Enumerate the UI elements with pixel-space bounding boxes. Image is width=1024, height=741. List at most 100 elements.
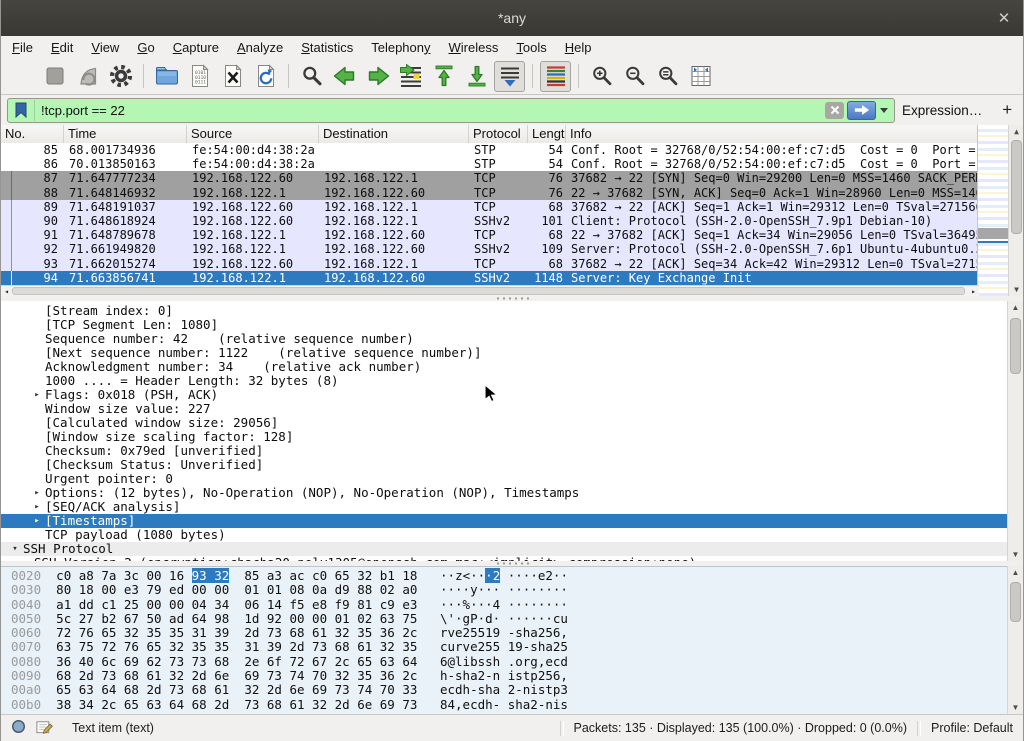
hex-line[interactable]: 00b0 38 34 2c 65 63 64 68 2d 73 68 61 32…: [11, 698, 1024, 712]
column-header-time[interactable]: Time: [64, 125, 187, 143]
title-bar[interactable]: *any ✕: [1, 0, 1023, 36]
detail-line[interactable]: ▸[SEQ/ACK analysis]: [1, 500, 1024, 514]
detail-line[interactable]: TCP payload (1080 bytes): [1, 528, 1024, 542]
detail-line[interactable]: 1000 .... = Header Length: 32 bytes (8): [1, 374, 1024, 388]
zoom-out-button[interactable]: [619, 61, 650, 92]
detail-line[interactable]: [Next sequence number: 1122 (relative se…: [1, 346, 1024, 360]
column-header-no[interactable]: No.: [1, 125, 64, 143]
hex-line[interactable]: 0080 36 40 6c 69 62 73 73 68 2e 6f 72 67…: [11, 655, 1024, 669]
expander-icon[interactable]: ▸: [31, 486, 43, 500]
scroll-up-icon[interactable]: ▲: [1008, 301, 1023, 314]
column-header-source[interactable]: Source: [187, 125, 319, 143]
packet-row-89[interactable]: 8971.648191037192.168.122.60192.168.122.…: [1, 200, 979, 214]
hex-line[interactable]: 0040 a1 dd c1 25 00 00 04 34 06 14 f5 e8…: [11, 598, 1024, 612]
menu-view[interactable]: View: [82, 38, 128, 57]
detail-line[interactable]: Urgent pointer: 0: [1, 472, 1024, 486]
colorize-packets-button[interactable]: [540, 61, 571, 92]
reload-file-button[interactable]: [250, 61, 281, 92]
packet-row-91[interactable]: 9171.648789678192.168.122.1192.168.122.6…: [1, 228, 979, 242]
packet-row-87[interactable]: 8771.647777234192.168.122.60192.168.122.…: [1, 171, 979, 185]
column-header-length[interactable]: Length: [528, 125, 566, 143]
expander-icon[interactable]: ▸: [31, 500, 43, 514]
capture-options-button[interactable]: [105, 61, 136, 92]
save-file-button[interactable]: 010101100111: [184, 61, 215, 92]
packet-row-86[interactable]: 8670.013850163fe:54:00:d4:38:2aSTP54Conf…: [1, 157, 979, 171]
scroll-down-icon[interactable]: ▼: [1008, 701, 1023, 714]
packet-list-minimap-scrollbar[interactable]: [977, 125, 1008, 296]
scroll-right-icon[interactable]: ▸: [968, 286, 979, 296]
hex-line[interactable]: 0020 c0 a8 7a 3c 00 16 93 32 85 a3 ac c0…: [11, 569, 1024, 583]
expression-button[interactable]: Expression…: [902, 103, 982, 118]
go-to-last-button[interactable]: [461, 61, 492, 92]
detail-line[interactable]: [Calculated window size: 29056]: [1, 416, 1024, 430]
details-vscrollbar[interactable]: ▲ ▼: [1007, 301, 1023, 561]
menu-go[interactable]: Go: [128, 38, 163, 57]
column-header-protocol[interactable]: Protocol: [469, 125, 528, 143]
hex-line[interactable]: 00a0 65 63 64 68 2d 73 68 61 32 2d 6e 69…: [11, 683, 1024, 697]
stop-capture-button[interactable]: [39, 61, 70, 92]
hex-line[interactable]: 0090 68 2d 73 68 61 32 2d 6e 69 73 74 70…: [11, 669, 1024, 683]
packet-row-92[interactable]: 9271.661949820192.168.122.1192.168.122.6…: [1, 242, 979, 256]
expander-icon[interactable]: ▸: [31, 388, 43, 402]
detail-line[interactable]: Window size value: 227: [1, 402, 1024, 416]
detail-line[interactable]: ▸[Timestamps]: [1, 514, 1024, 528]
filter-dropdown-icon[interactable]: [880, 108, 888, 113]
hex-line[interactable]: 0030 80 18 00 e3 79 ed 00 00 01 01 08 0a…: [11, 583, 1024, 597]
packet-list-vscrollbar[interactable]: ▲ ▼: [1008, 125, 1024, 296]
find-packet-button[interactable]: [296, 61, 327, 92]
packet-row-85[interactable]: 8568.001734936fe:54:00:d4:38:2aSTP54Conf…: [1, 143, 979, 157]
clear-filter-button[interactable]: [825, 102, 844, 119]
menu-edit[interactable]: Edit: [42, 38, 82, 57]
menu-analyze[interactable]: Analyze: [228, 38, 292, 57]
detail-line[interactable]: ▸Options: (12 bytes), No-Operation (NOP)…: [1, 486, 1024, 500]
detail-line[interactable]: [Checksum Status: Unverified]: [1, 458, 1024, 472]
zoom-original-button[interactable]: [652, 61, 683, 92]
detail-line[interactable]: ▸Flags: 0x018 (PSH, ACK): [1, 388, 1024, 402]
detail-line[interactable]: Sequence number: 42 (relative sequence n…: [1, 332, 1024, 346]
menu-capture[interactable]: Capture: [164, 38, 228, 57]
bytes-vscrollbar[interactable]: ▲ ▼: [1007, 566, 1023, 714]
close-window-button[interactable]: ✕: [994, 8, 1014, 28]
hscroll-thumb[interactable]: [12, 287, 965, 295]
start-capture-button[interactable]: [6, 61, 37, 92]
menu-wireless[interactable]: Wireless: [440, 38, 508, 57]
display-filter-input[interactable]: !tcp.port == 22: [7, 98, 895, 123]
zoom-in-button[interactable]: [586, 61, 617, 92]
menu-file[interactable]: File: [3, 38, 42, 57]
expert-info-icon[interactable]: [11, 719, 26, 737]
scroll-up-icon[interactable]: ▲: [1008, 566, 1023, 579]
scroll-up-icon[interactable]: ▲: [1009, 125, 1024, 138]
open-file-button[interactable]: [151, 61, 182, 92]
vscroll-thumb[interactable]: [1010, 318, 1021, 374]
detail-line[interactable]: [Stream index: 0]: [1, 304, 1024, 318]
column-header-destination[interactable]: Destination: [319, 125, 469, 143]
expander-icon[interactable]: ▸: [31, 514, 43, 528]
packet-list-hscrollbar[interactable]: ◂ ▸: [1, 285, 979, 296]
detail-line[interactable]: Checksum: 0x79ed [unverified]: [1, 444, 1024, 458]
packet-row-93[interactable]: 9371.662015274192.168.122.60192.168.122.…: [1, 257, 979, 271]
filter-bookmark-icon[interactable]: [8, 100, 35, 121]
packet-row-88[interactable]: 8871.648146932192.168.122.1192.168.122.6…: [1, 186, 979, 200]
scroll-down-icon[interactable]: ▼: [1008, 548, 1023, 561]
hex-line[interactable]: 0060 72 76 65 32 35 35 31 39 2d 73 68 61…: [11, 626, 1024, 640]
detail-line[interactable]: [TCP Segment Len: 1080]: [1, 318, 1024, 332]
go-to-first-button[interactable]: [428, 61, 459, 92]
scroll-down-icon[interactable]: ▼: [1009, 283, 1024, 296]
close-file-button[interactable]: [217, 61, 248, 92]
scroll-left-icon[interactable]: ◂: [1, 286, 12, 296]
expander-icon[interactable]: ▾: [9, 542, 21, 556]
apply-filter-button[interactable]: [847, 101, 876, 120]
vscroll-thumb[interactable]: [1011, 140, 1022, 234]
detail-line[interactable]: ▾SSH Protocol: [1, 542, 1024, 556]
column-header-info[interactable]: Info: [566, 125, 979, 143]
hex-line[interactable]: 0070 63 75 72 76 65 32 35 35 31 39 2d 73…: [11, 640, 1024, 654]
menu-telephony[interactable]: Telephony: [362, 38, 439, 57]
detail-line[interactable]: Acknowledgment number: 34 (relative ack …: [1, 360, 1024, 374]
restart-capture-button[interactable]: [72, 61, 103, 92]
vscroll-thumb[interactable]: [1010, 582, 1021, 622]
status-profile[interactable]: Profile: Default: [931, 721, 1013, 735]
menu-tools[interactable]: Tools: [507, 38, 555, 57]
go-forward-button[interactable]: [362, 61, 393, 92]
filter-text[interactable]: !tcp.port == 22: [35, 103, 825, 118]
auto-scroll-button[interactable]: [494, 61, 525, 92]
